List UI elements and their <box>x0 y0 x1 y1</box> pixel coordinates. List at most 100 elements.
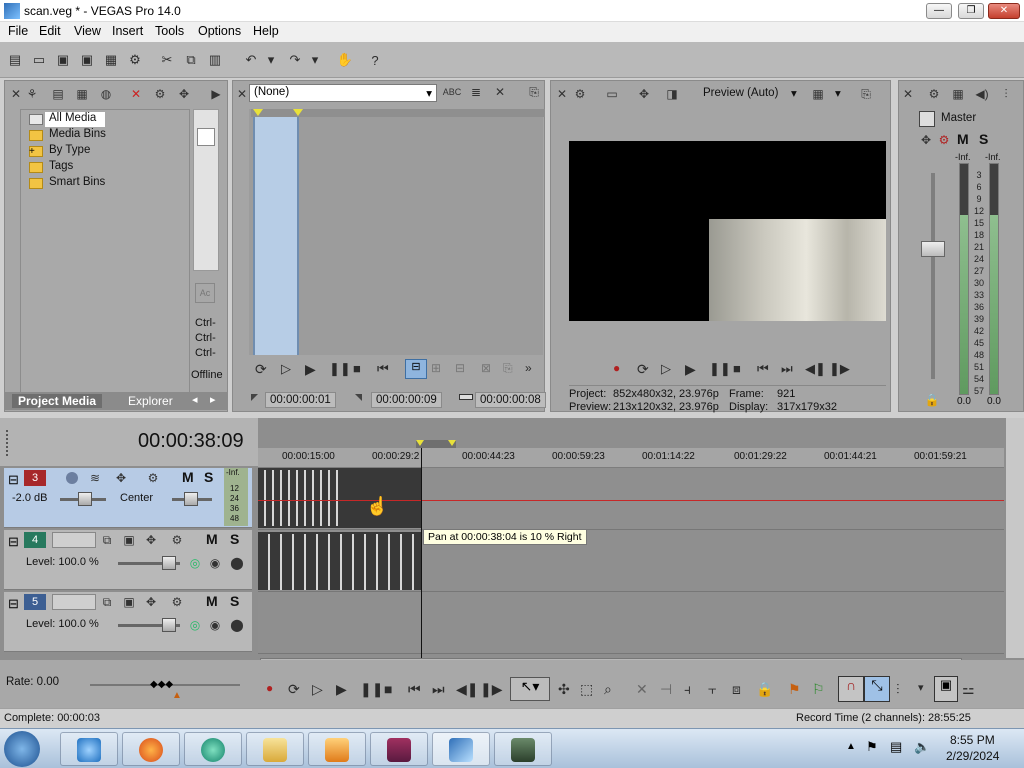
add-to-timeline-icon[interactable]: ⊟ <box>405 359 427 379</box>
insert-after-icon[interactable]: ⊟ <box>455 361 465 375</box>
tab-scroll-left-icon[interactable]: ◂ <box>192 393 198 406</box>
media-item-offline[interactable]: Offline <box>191 369 223 381</box>
timeline-vertical-scrollbar[interactable] <box>1006 418 1024 658</box>
media-item[interactable]: Ctrl- <box>195 332 216 344</box>
trim-end-icon[interactable]: ⫟ <box>708 681 716 698</box>
save-as-icon[interactable]: ▣ <box>78 51 96 69</box>
track-fx-icon[interactable]: ✥ <box>142 531 160 549</box>
open-icon[interactable]: ▭ <box>30 51 48 69</box>
media-item[interactable]: Ctrl- <box>195 347 216 359</box>
invert-phase-icon[interactable]: ≋ <box>86 469 104 487</box>
start-button[interactable] <box>4 731 40 767</box>
import-media-icon[interactable]: ⚘ <box>23 85 41 103</box>
help-icon[interactable]: ? <box>366 51 384 69</box>
tab-scroll-right-icon[interactable]: ▸ <box>210 393 216 406</box>
stop-icon[interactable]: ■ <box>384 681 392 697</box>
split-screen-icon[interactable]: ✥ <box>635 85 653 103</box>
ripple-dropdown-icon[interactable]: ▾ <box>918 681 924 694</box>
show-hidden-icons-icon[interactable]: ▲ <box>846 741 856 752</box>
selection-tool-icon[interactable]: ⬚ <box>580 681 593 698</box>
tree-item-smart-bins[interactable]: Smart Bins <box>29 176 105 189</box>
out-marker-icon[interactable] <box>293 109 303 116</box>
new-project-icon[interactable]: ▤ <box>6 51 24 69</box>
lock-envelopes-icon[interactable]: ⚍ <box>962 681 975 698</box>
master-fader-handle[interactable] <box>921 241 945 257</box>
trim-icon[interactable]: ⊣ <box>660 681 672 698</box>
insert-region-icon[interactable]: ⚐ <box>812 681 825 698</box>
duration-timecode[interactable]: 00:00:00:08 <box>475 392 546 408</box>
abc-icon[interactable]: ABC <box>443 83 462 101</box>
composite-parent-icon[interactable]: ◎ <box>186 554 204 572</box>
media-item[interactable]: Ctrl- <box>195 317 216 329</box>
track-expand-icon[interactable]: ⊟ <box>8 472 19 488</box>
previous-frame-icon[interactable]: ⏮ <box>377 361 389 377</box>
trimmer-view[interactable] <box>249 109 545 355</box>
volume-slider-handle[interactable] <box>78 492 92 506</box>
master-mute-button[interactable]: M <box>957 131 969 147</box>
overwrite-icon[interactable]: ⎘ <box>503 361 513 376</box>
clock-time[interactable]: 8:55 PM <box>950 733 995 747</box>
go-to-end-icon[interactable]: ⏭ <box>781 361 793 377</box>
in-timecode[interactable]: 00:00:00:01 <box>265 392 336 408</box>
redo-icon[interactable]: ↷ <box>286 51 304 69</box>
auto-ripple-icon[interactable]: ▣ <box>934 676 958 702</box>
enable-snapping-icon[interactable]: ✋ <box>336 51 354 69</box>
menu-file[interactable]: File <box>4 24 32 38</box>
taskbar-app-8[interactable] <box>494 732 552 766</box>
audio-clip[interactable] <box>258 468 422 528</box>
track-mute-button[interactable]: M <box>206 593 218 609</box>
level-slider-handle[interactable] <box>162 556 176 570</box>
media-properties-icon[interactable]: ⚙ <box>151 85 169 103</box>
track-motion-icon[interactable]: ▣ <box>120 593 138 611</box>
master-fx-icon[interactable]: ✥ <box>917 131 935 149</box>
tree-item-by-type[interactable]: By Type <box>29 144 90 157</box>
ripple-edit-icon[interactable]: ⫶ <box>896 681 900 698</box>
taskbar-ie[interactable] <box>60 732 118 766</box>
panel-close-icon[interactable]: ✕ <box>899 85 917 103</box>
media-fx-icon[interactable]: ✥ <box>175 85 193 103</box>
automation-settings-icon[interactable]: ⚙ <box>168 531 186 549</box>
insert-before-icon[interactable]: ⊞ <box>431 361 441 375</box>
master-solo-button[interactable]: S <box>979 131 988 147</box>
tab-project-media[interactable]: Project Media <box>12 394 103 408</box>
loop-end-marker-icon[interactable] <box>448 440 456 446</box>
make-compositing-child-icon[interactable]: ⬤ <box>228 554 246 572</box>
track-fx-icon[interactable]: ✥ <box>112 469 130 487</box>
master-properties-icon[interactable]: ⚙ <box>925 85 943 103</box>
drag-handle[interactable] <box>6 430 10 456</box>
video-clip[interactable] <box>258 532 422 590</box>
overlays-icon[interactable]: ▦ <box>809 85 827 103</box>
composite-parent-icon[interactable]: ◎ <box>186 616 204 634</box>
overlays-dropdown-icon[interactable]: ▾ <box>835 86 841 100</box>
next-frame-icon[interactable]: ❚▶ <box>480 681 503 698</box>
track-solo-button[interactable]: S <box>230 593 239 609</box>
cut-icon[interactable]: ✂ <box>158 51 176 69</box>
preview-quality[interactable]: Preview (Auto) <box>703 87 778 99</box>
make-compositing-child-icon[interactable]: ⬤ <box>228 616 246 634</box>
loop-icon[interactable]: ⟳ <box>637 361 649 378</box>
maximize-button[interactable]: ❐ <box>958 3 984 19</box>
paste-icon[interactable]: ▥ <box>206 51 224 69</box>
envelope-tool-icon[interactable]: ✣ <box>558 681 570 698</box>
get-media-icon[interactable]: ▦ <box>73 85 91 103</box>
undo-dropdown-icon[interactable]: ▾ <box>262 51 280 69</box>
menu-edit[interactable]: Edit <box>35 24 65 38</box>
play-icon[interactable]: ▶ <box>305 361 316 378</box>
pause-icon[interactable]: ❚❚ <box>709 361 731 377</box>
minimize-button[interactable]: — <box>926 3 952 19</box>
volume-icon[interactable]: 🔈 <box>914 739 930 755</box>
level-slider-handle[interactable] <box>162 618 176 632</box>
tree-item-media-bins[interactable]: Media Bins <box>29 128 106 141</box>
composite-child-icon[interactable]: ◉ <box>206 554 224 572</box>
track-name-field[interactable] <box>52 532 96 548</box>
stop-icon[interactable]: ■ <box>353 361 361 376</box>
trimmer-media-select[interactable]: (None) ▾ <box>249 84 437 102</box>
snapping-icon[interactable]: ∩ <box>838 676 864 702</box>
undo-icon[interactable]: ↶ <box>242 51 260 69</box>
out-timecode[interactable]: 00:00:00:09 <box>371 392 442 408</box>
previous-frame-icon[interactable]: ◀❚ <box>456 681 479 698</box>
auto-crossfade-icon[interactable]: ⤡ <box>864 676 890 702</box>
play-from-start-icon[interactable]: ▷ <box>661 361 671 377</box>
track-header-video-5[interactable]: ⊟ 5 ⧉ ▣ ✥ ⚙ M S Level: 100.0 % ◎ ◉ ⬤ <box>4 592 252 652</box>
chevron-down-icon[interactable]: ▾ <box>791 86 797 100</box>
